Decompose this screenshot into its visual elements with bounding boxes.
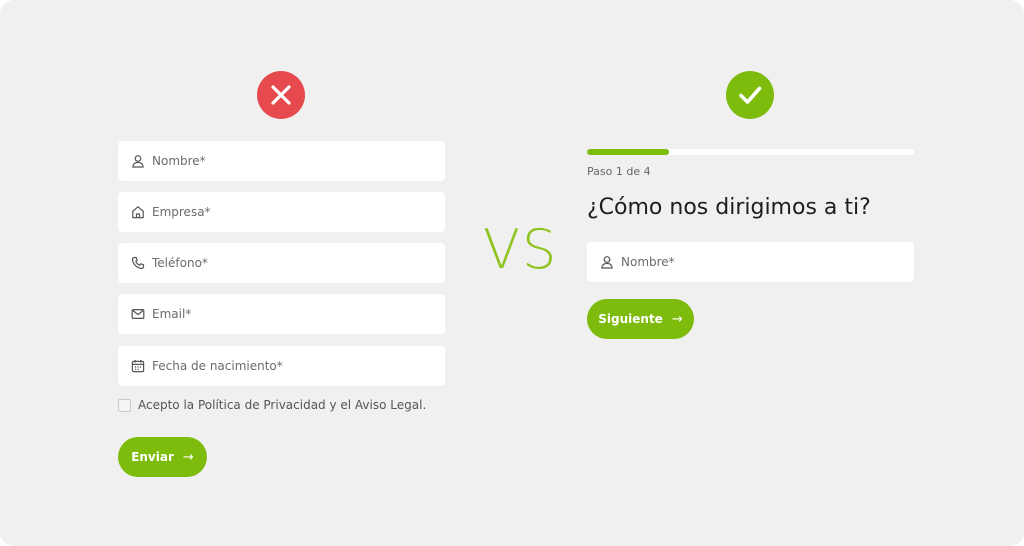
mail-icon: [130, 306, 146, 322]
phone-icon: [130, 255, 146, 271]
privacy-consent: Acepto la Política de Privacidad y el Av…: [118, 398, 426, 412]
vs-label: VS: [483, 218, 559, 281]
calendar-icon: [130, 358, 146, 374]
check-icon: [739, 86, 762, 104]
privacy-checkbox[interactable]: [118, 398, 131, 412]
error-badge: [257, 71, 305, 119]
progress-fill: [587, 149, 669, 155]
name-field-stepped[interactable]: Nombre*: [587, 242, 914, 282]
name-placeholder: Nombre*: [152, 154, 206, 168]
birthdate-placeholder: Fecha de nacimiento*: [152, 359, 283, 373]
arrow-right-icon: →: [671, 311, 683, 327]
home-icon: [130, 204, 146, 220]
name-placeholder: Nombre*: [621, 255, 675, 269]
phone-field[interactable]: Teléfono*: [118, 243, 445, 283]
company-field[interactable]: Empresa*: [118, 192, 445, 232]
birthdate-field[interactable]: Fecha de nacimiento*: [118, 346, 445, 386]
next-button-label: Siguiente: [598, 312, 663, 326]
success-badge: [726, 71, 774, 119]
x-icon: [271, 85, 291, 105]
user-icon: [130, 153, 146, 169]
user-icon: [599, 254, 615, 270]
comparison-canvas: Nombre* Empresa* Teléfono* Email* Fecha …: [0, 0, 1024, 546]
name-field[interactable]: Nombre*: [118, 141, 445, 181]
send-button-label: Enviar: [131, 450, 174, 464]
company-placeholder: Empresa*: [152, 205, 211, 219]
question-title: ¿Cómo nos dirigimos a ti?: [587, 195, 871, 220]
send-button[interactable]: Enviar →: [118, 437, 207, 477]
email-placeholder: Email*: [152, 307, 192, 321]
step-label: Paso 1 de 4: [587, 165, 651, 178]
email-field[interactable]: Email*: [118, 294, 445, 334]
next-button[interactable]: Siguiente →: [587, 299, 694, 339]
progress-bar: [587, 149, 914, 155]
arrow-right-icon: →: [182, 449, 194, 465]
privacy-consent-label: Acepto la Política de Privacidad y el Av…: [138, 398, 427, 412]
phone-placeholder: Teléfono*: [152, 256, 208, 270]
